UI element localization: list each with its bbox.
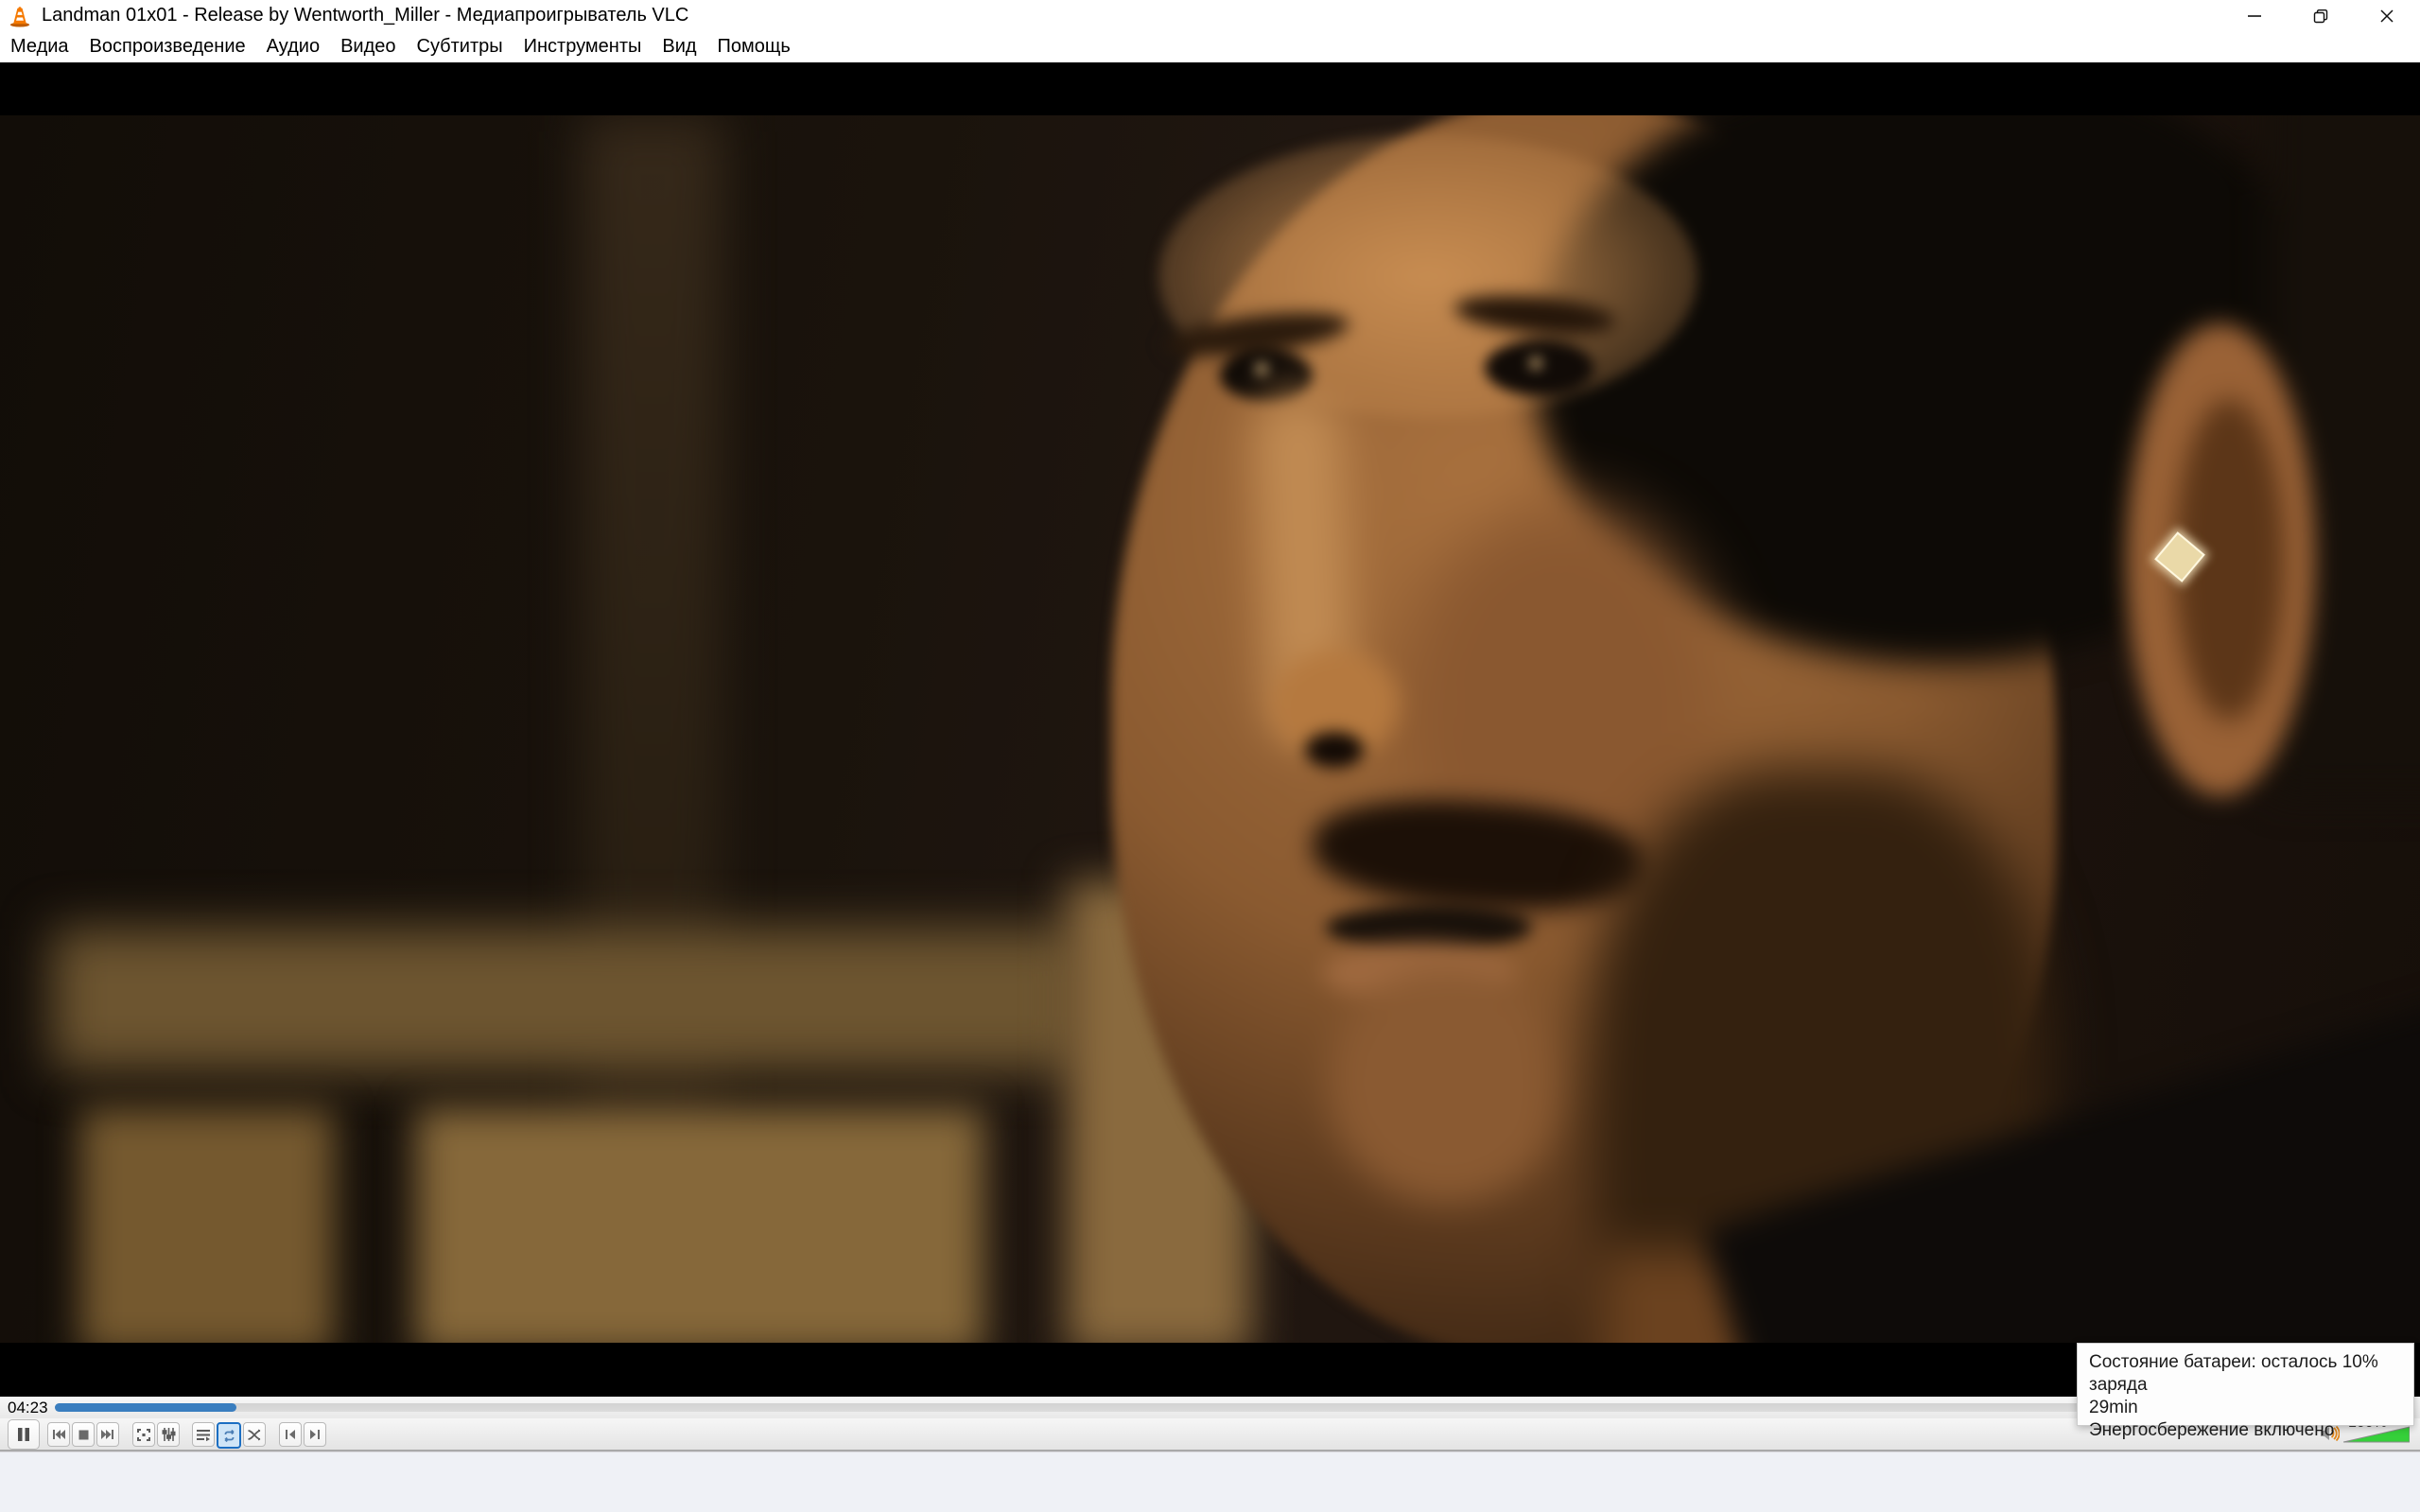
fullscreen-button[interactable] — [132, 1422, 155, 1447]
menu-view[interactable]: Вид — [652, 31, 706, 62]
seek-fill — [55, 1403, 236, 1412]
menu-audio[interactable]: Аудио — [256, 31, 330, 62]
restore-button[interactable] — [2288, 0, 2354, 31]
screen: Landman 01x01 - Release by Wentworth_Mil… — [0, 0, 2420, 1512]
menu-media[interactable]: Медиа — [0, 31, 79, 62]
step-forward-button[interactable] — [304, 1422, 326, 1447]
minimize-button[interactable] — [2221, 0, 2288, 31]
controls-row: 100% — [0, 1418, 2420, 1451]
stop-button[interactable] — [72, 1422, 95, 1447]
taskbar — [0, 1451, 2420, 1512]
playlist-button[interactable] — [192, 1422, 215, 1447]
seek-row: 04:23 — [0, 1397, 2420, 1418]
next-button[interactable] — [96, 1422, 119, 1447]
seek-bar[interactable] — [55, 1403, 2412, 1412]
menu-video[interactable]: Видео — [330, 31, 406, 62]
window-title: Landman 01x01 - Release by Wentworth_Mil… — [42, 5, 688, 26]
elapsed-time: 04:23 — [8, 1399, 55, 1417]
tooltip-line-2: 29min — [2089, 1397, 2402, 1419]
step-backward-button[interactable] — [279, 1422, 302, 1447]
tooltip-line-3: Энергосбережение включено — [2089, 1419, 2402, 1442]
previous-button[interactable] — [47, 1422, 70, 1447]
menu-help[interactable]: Помощь — [707, 31, 801, 62]
vlc-menubar: Медиа Воспроизведение Аудио Видео Субтит… — [0, 31, 2420, 62]
close-button[interactable] — [2354, 0, 2420, 31]
menu-subtitles[interactable]: Субтитры — [407, 31, 514, 62]
menu-tools[interactable]: Инструменты — [514, 31, 653, 62]
battery-tooltip: Состояние батареи: осталось 10% заряда 2… — [2077, 1343, 2414, 1426]
random-button[interactable] — [243, 1422, 266, 1447]
vlc-cone-icon — [9, 5, 30, 27]
menu-playback[interactable]: Воспроизведение — [79, 31, 256, 62]
tooltip-line-1: Состояние батареи: осталось 10% заряда — [2089, 1351, 2402, 1397]
vlc-titlebar: Landman 01x01 - Release by Wentworth_Mil… — [0, 0, 2420, 31]
loop-button[interactable] — [217, 1422, 241, 1449]
movie-frame — [0, 115, 2420, 1343]
video-display[interactable] — [0, 62, 2420, 1397]
extended-settings-button[interactable] — [157, 1422, 180, 1447]
pause-button[interactable] — [8, 1419, 40, 1450]
